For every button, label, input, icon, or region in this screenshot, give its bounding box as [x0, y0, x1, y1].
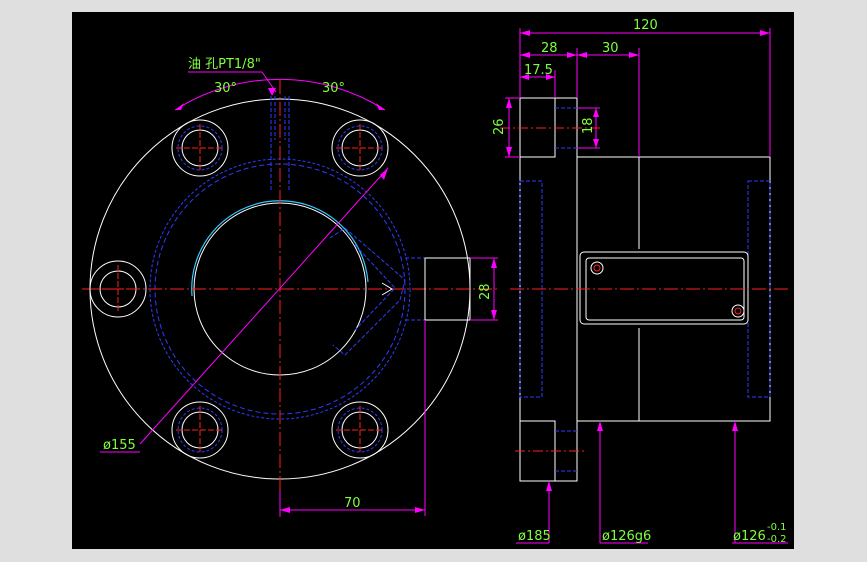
oil-hole-label: 油 孔PT1/8" [188, 57, 261, 72]
angle-label-left: 30° [214, 81, 237, 96]
drawing-area [72, 12, 794, 549]
dim-18-label: 18 [581, 117, 596, 134]
dia-126-upper-tolerance: -0.1 [767, 522, 787, 533]
cad-drawing: 30° 30° 油 孔PT1/8" ø155 70 28 120 28 30 1… [72, 12, 794, 549]
dia-126-lower-tolerance: -0.2 [767, 534, 787, 545]
bolt-hole-top-right [331, 119, 389, 177]
angle-label-right: 30° [322, 81, 345, 96]
dia-185-label: ø185 [518, 529, 551, 544]
bolt-hole-bottom-right [331, 401, 389, 459]
dim-30-label: 30 [602, 41, 619, 56]
dia-126g6-label: ø126g6 [602, 529, 651, 544]
dim-28-top-label: 28 [541, 41, 558, 56]
dim-120-label: 120 [633, 18, 658, 33]
dim-70-label: 70 [344, 496, 361, 511]
dia-126-label: ø126 [733, 529, 766, 544]
bolt-hole-bottom-left [171, 401, 229, 459]
dim-28-front-label: 28 [478, 283, 493, 300]
dia-155-label: ø155 [103, 438, 136, 453]
bolt-hole-left [89, 260, 147, 318]
dim-17-5-label: 17.5 [524, 63, 553, 78]
dim-26-label: 26 [492, 118, 507, 135]
bolt-hole-top-left [171, 119, 229, 177]
